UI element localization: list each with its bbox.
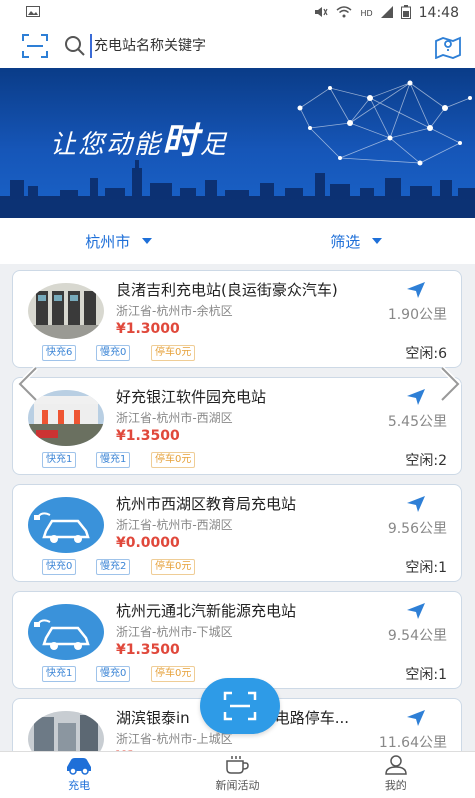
station-photo: [28, 711, 104, 751]
station-card[interactable]: 杭州元通北汽新能源充电站 浙江省-杭州市-下城区 ¥1.3500 9.54公里 …: [12, 591, 462, 689]
caret-down-icon: [372, 238, 383, 244]
station-name: 杭州市西湖区教育局充电站: [116, 495, 297, 513]
station-address: 浙江省-杭州市-西湖区: [116, 518, 233, 532]
station-price: ¥1.3000: [116, 321, 180, 337]
battery-icon: [400, 4, 411, 22]
bottom-nav: 充电 新闻活动 我的: [0, 751, 475, 798]
idle-count: 空闲:1: [405, 667, 447, 683]
city-filter[interactable]: 杭州市: [0, 218, 238, 264]
station-distance: 9.54公里: [387, 628, 447, 644]
station-distance: 9.56公里: [387, 521, 447, 537]
scan-fab-button[interactable]: [200, 678, 280, 734]
station-name: 良渚吉利充电站(良运街豪众汽车): [116, 281, 338, 299]
station-card[interactable]: 好充银江软件园充电站 浙江省-杭州市-西湖区 ¥1.3500 5.45公里 快充…: [12, 377, 462, 475]
filter-bar: 杭州市 筛选: [0, 218, 475, 264]
idle-count: 空闲:2: [405, 453, 447, 469]
wifi-icon: [336, 5, 352, 21]
status-bar: HD 14:48: [0, 0, 475, 26]
car-icon: [28, 604, 104, 660]
status-time: 14:48: [418, 5, 459, 21]
slow-charge-badge: 慢充0: [96, 345, 131, 361]
tab-mine[interactable]: 我的: [317, 752, 475, 798]
idle-count: 空闲:6: [405, 346, 447, 362]
station-name: 杭州元通北汽新能源充电站: [116, 602, 297, 620]
navigate-icon[interactable]: [406, 388, 426, 406]
hd-label: HD: [360, 8, 373, 18]
slow-charge-badge: 慢充2: [96, 559, 131, 575]
navigate-icon[interactable]: [406, 602, 426, 620]
station-card[interactable]: 良渚吉利充电站(良运街豪众汽车) 浙江省-杭州市-余杭区 ¥1.3000 1.9…: [12, 270, 462, 368]
station-address: 浙江省-杭州市-西湖区: [116, 411, 233, 425]
chevron-left-icon[interactable]: [14, 364, 42, 404]
screen-filter[interactable]: 筛选: [238, 218, 475, 264]
parking-badge: 停车0元: [151, 666, 196, 682]
parking-badge: 停车0元: [151, 559, 196, 575]
fast-charge-badge: 快充1: [42, 666, 77, 682]
parking-badge: 停车0元: [151, 345, 196, 361]
fast-charge-badge: 快充1: [42, 452, 77, 468]
slow-charge-badge: 慢充1: [96, 452, 131, 468]
navigate-icon[interactable]: [406, 281, 426, 299]
station-distance: 11.64公里: [378, 735, 447, 751]
tab-charge[interactable]: 充电: [0, 752, 158, 798]
scan-icon: [223, 691, 257, 721]
search-input[interactable]: [90, 34, 420, 58]
navigate-icon[interactable]: [406, 709, 426, 727]
user-icon: [385, 755, 407, 775]
car-icon: [67, 758, 92, 775]
station-photo: [28, 283, 104, 339]
search-icon[interactable]: [64, 35, 86, 57]
cup-icon: [226, 756, 250, 774]
image-icon: [26, 5, 40, 21]
station-price: ¥0.0000: [116, 535, 180, 551]
tab-news[interactable]: 新闻活动: [158, 752, 316, 798]
station-address: 浙江省-杭州市-上城区: [116, 732, 233, 746]
signal-icon: [380, 5, 393, 21]
station-name: 好充银江软件园充电站: [116, 388, 267, 406]
station-card[interactable]: 杭州市西湖区教育局充电站 浙江省-杭州市-西湖区 ¥0.0000 9.56公里 …: [12, 484, 462, 582]
idle-count: 空闲:1: [405, 560, 447, 576]
banner-slogan: 让您动能时足: [50, 120, 229, 162]
caret-down-icon: [142, 238, 153, 244]
fast-charge-badge: 快充6: [42, 345, 77, 361]
station-price: ¥1.3500: [116, 642, 180, 658]
mute-icon: [314, 6, 328, 21]
map-location-icon[interactable]: [434, 33, 462, 60]
chevron-right-icon[interactable]: [436, 364, 464, 404]
fast-charge-badge: 快充0: [42, 559, 77, 575]
search-bar: [0, 26, 475, 68]
station-address: 浙江省-杭州市-下城区: [116, 625, 233, 639]
parking-badge: 停车0元: [151, 452, 196, 468]
scan-icon[interactable]: [22, 34, 48, 58]
navigate-icon[interactable]: [406, 495, 426, 513]
station-address: 浙江省-杭州市-余杭区: [116, 304, 233, 318]
car-icon: [28, 497, 104, 553]
slow-charge-badge: 慢充0: [96, 666, 131, 682]
station-price: ¥1.3500: [116, 428, 180, 444]
station-distance: 1.90公里: [387, 307, 447, 323]
station-distance: 5.45公里: [387, 414, 447, 430]
promo-banner[interactable]: 让您动能时足: [0, 68, 475, 218]
